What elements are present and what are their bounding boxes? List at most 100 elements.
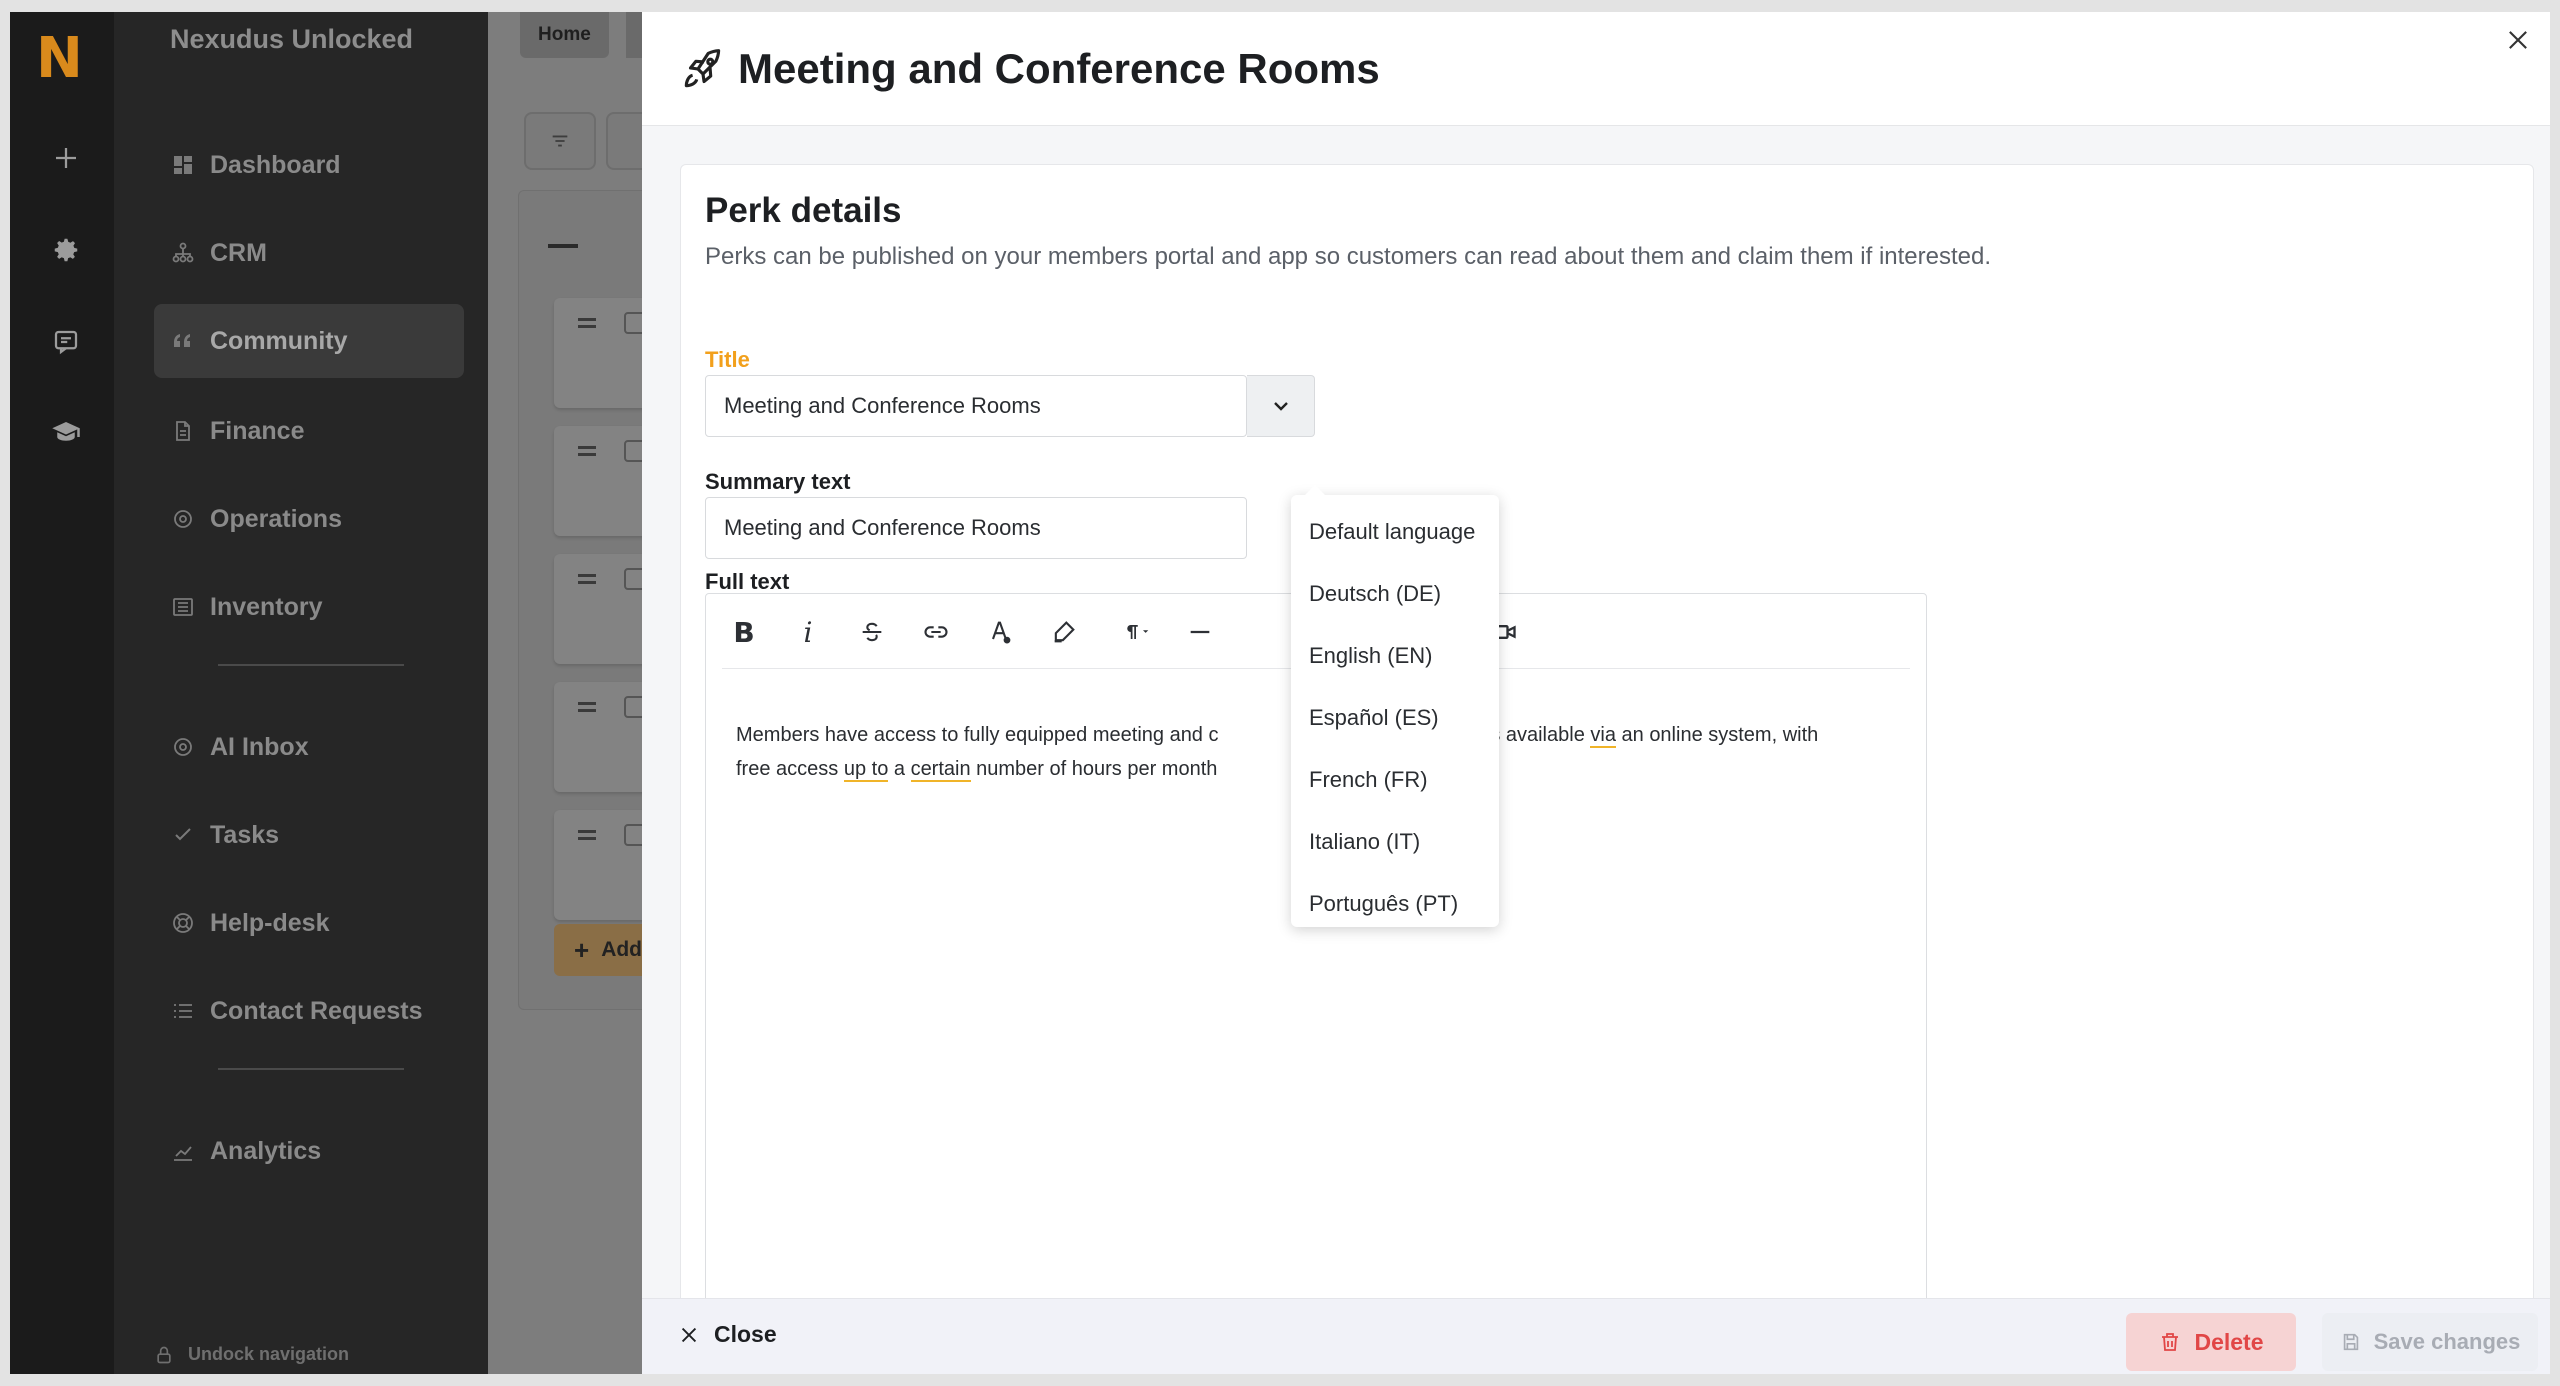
summary-input[interactable]: Meeting and Conference Rooms xyxy=(705,497,1247,559)
nav-item-analytics[interactable]: Analytics xyxy=(154,1114,464,1188)
horizontal-rule-icon[interactable] xyxy=(1180,612,1220,652)
close-icon[interactable] xyxy=(2504,26,2532,54)
crm-icon xyxy=(170,240,196,266)
dashboard-icon xyxy=(170,152,196,178)
italic-icon[interactable]: i xyxy=(788,612,828,652)
document-icon xyxy=(170,418,196,444)
language-select-button[interactable] xyxy=(1247,375,1315,437)
editor-text-segment: Members have access to fully equipped me… xyxy=(736,724,1219,746)
drag-handle-icon xyxy=(578,446,596,456)
spellcheck-word: up to xyxy=(843,758,889,782)
check-icon xyxy=(170,822,196,848)
language-option-pt[interactable]: Português (PT) xyxy=(1291,873,1499,935)
title-label: Title xyxy=(705,347,750,372)
nav-item-label: Contact Requests xyxy=(210,996,423,1025)
nav-item-inventory[interactable]: Inventory xyxy=(154,570,464,644)
plus-icon: + xyxy=(574,934,590,965)
save-icon xyxy=(2343,1333,2358,1351)
paragraph-format-icon[interactable] xyxy=(1108,612,1164,652)
nav-item-tasks[interactable]: Tasks xyxy=(154,798,464,872)
collapse-dash xyxy=(548,244,578,248)
language-option-es[interactable]: Español (ES) xyxy=(1291,687,1499,749)
nav-item-help-desk[interactable]: Help-desk xyxy=(154,886,464,960)
chevron-down-icon xyxy=(1273,402,1288,411)
language-option-default[interactable]: Default language xyxy=(1291,501,1499,563)
section-title: Perk details xyxy=(705,191,902,230)
undock-label: Undock navigation xyxy=(188,1344,350,1364)
drag-handle-icon xyxy=(578,318,596,328)
nav-item-dashboard[interactable]: Dashboard xyxy=(154,128,464,202)
nav-item-label: Operations xyxy=(210,504,342,533)
nexudus-logo[interactable]: N xyxy=(36,26,83,91)
drawer-header: Meeting and Conference Rooms xyxy=(642,12,2550,126)
bold-icon[interactable]: B xyxy=(724,612,764,652)
rocket-icon xyxy=(684,48,721,87)
main-navigation: Nexudus Unlocked Dashboard CRM Community… xyxy=(114,12,488,1374)
language-option-it[interactable]: Italiano (IT) xyxy=(1291,811,1499,873)
list-icon xyxy=(170,998,196,1024)
drawer-body: Perk details Perks can be published on y… xyxy=(642,126,2550,1353)
drag-handle-icon xyxy=(578,574,596,584)
font-color-icon[interactable] xyxy=(980,612,1020,652)
delete-button[interactable]: Delete xyxy=(2126,1313,2296,1371)
nav-item-label: Tasks xyxy=(210,820,280,849)
nav-item-label: AI Inbox xyxy=(210,732,309,761)
chart-icon xyxy=(170,1138,196,1164)
language-option-fr[interactable]: French (FR) xyxy=(1291,749,1499,811)
chat-icon[interactable] xyxy=(40,316,92,368)
drawer-footer: Close Delete Save changes xyxy=(642,1298,2550,1374)
close-icon xyxy=(681,1327,697,1342)
lifebuoy-icon xyxy=(170,910,196,936)
editor-text-segment: a xyxy=(888,758,911,780)
language-option-de[interactable]: Deutsch (DE) xyxy=(1291,563,1499,625)
nav-item-ai-inbox[interactable]: AI Inbox xyxy=(154,710,464,784)
strikethrough-icon[interactable] xyxy=(852,612,892,652)
delete-label: Delete xyxy=(2194,1328,2264,1355)
breadcrumb-home: Home xyxy=(520,12,609,58)
plus-icon[interactable] xyxy=(40,132,92,184)
app-frame: N Nexudus Unlocked Dashboard CRM Communi… xyxy=(10,12,2550,1374)
save-changes-button[interactable]: Save changes xyxy=(2322,1313,2538,1371)
dropdown-caret xyxy=(1305,485,1325,495)
add-label: Add xyxy=(601,938,643,961)
fulltext-label: Full text xyxy=(705,569,790,594)
close-button[interactable]: Close xyxy=(678,1321,777,1348)
drag-handle-icon xyxy=(578,702,596,712)
undock-navigation[interactable]: Undock navigation xyxy=(154,1344,349,1365)
drag-handle-icon xyxy=(578,830,596,840)
link-icon[interactable] xyxy=(916,612,956,652)
nav-item-crm[interactable]: CRM xyxy=(154,216,464,290)
quote-icon xyxy=(170,328,196,354)
nav-item-operations[interactable]: Operations xyxy=(154,482,464,556)
account-name[interactable]: Nexudus Unlocked xyxy=(170,24,413,55)
filter-icon xyxy=(552,135,568,147)
nav-item-label: CRM xyxy=(210,238,267,267)
language-option-en[interactable]: English (EN) xyxy=(1291,625,1499,687)
nav-item-community[interactable]: Community xyxy=(154,304,464,378)
perk-drawer: Meeting and Conference Rooms Perk detail… xyxy=(642,12,2550,1374)
filter-button xyxy=(524,112,596,170)
nav-item-label: Analytics xyxy=(210,1136,322,1165)
title-input[interactable]: Meeting and Conference Rooms xyxy=(705,375,1247,437)
nav-item-label: Help-desk xyxy=(210,908,330,937)
perk-details-panel: Perk details Perks can be published on y… xyxy=(680,164,2534,1353)
editor-text-segment: an online system, with xyxy=(1615,724,1819,746)
drawer-title: Meeting and Conference Rooms xyxy=(738,44,1380,92)
editor-text-segment: number of hours per month xyxy=(970,758,1218,780)
nav-divider xyxy=(218,1068,404,1070)
icon-rail: N xyxy=(10,12,114,1374)
gear-icon[interactable] xyxy=(40,224,92,276)
graduation-cap-icon[interactable] xyxy=(40,406,92,458)
cog-icon xyxy=(170,506,196,532)
language-dropdown: Default language Deutsch (DE) English (E… xyxy=(1291,485,1499,927)
nav-item-contact-requests[interactable]: Contact Requests xyxy=(154,974,464,1048)
nav-item-label: Dashboard xyxy=(210,150,341,179)
trash-icon xyxy=(2162,1333,2179,1351)
spellcheck-word: via xyxy=(1590,724,1616,748)
nav-item-label: Community xyxy=(210,326,348,355)
close-label: Close xyxy=(714,1321,777,1347)
highlighter-icon[interactable] xyxy=(1044,612,1084,652)
list-icon xyxy=(170,594,196,620)
section-description: Perks can be published on your members p… xyxy=(705,243,1992,270)
nav-item-finance[interactable]: Finance xyxy=(154,394,464,468)
